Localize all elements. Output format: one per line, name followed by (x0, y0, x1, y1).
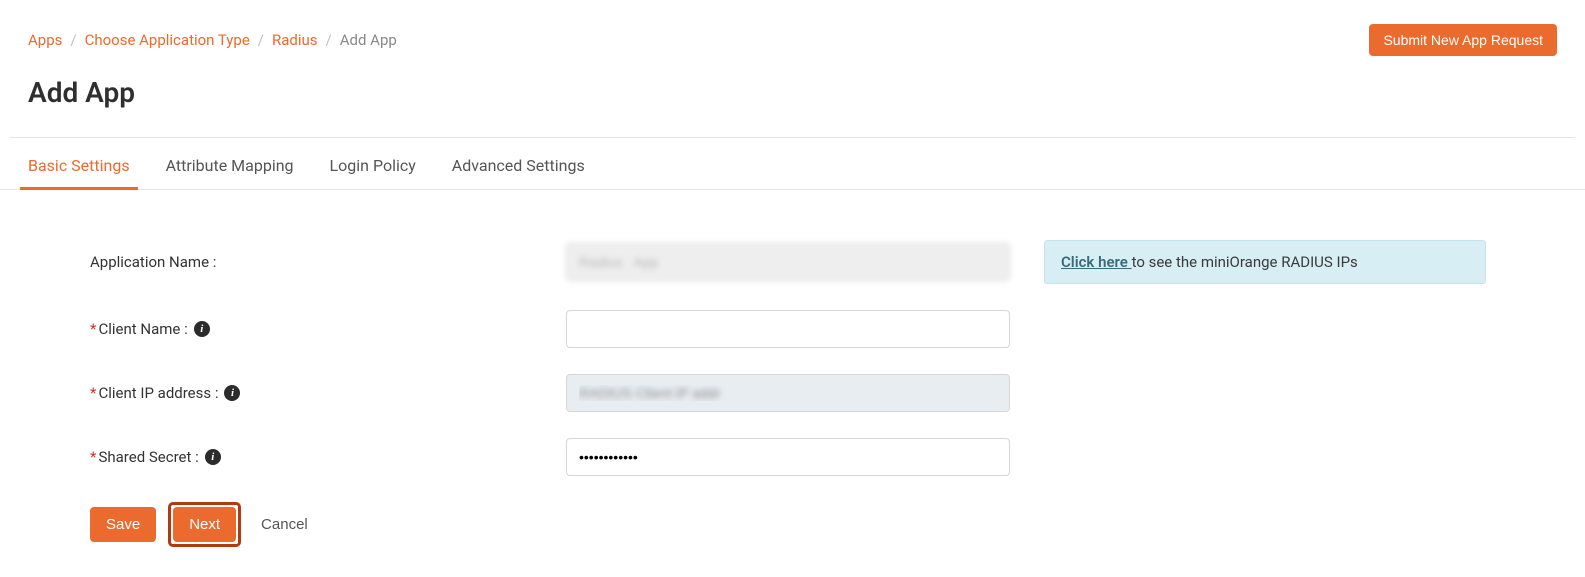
submit-new-app-request-button[interactable]: Submit New App Request (1369, 24, 1557, 56)
tab-advanced-settings[interactable]: Advanced Settings (452, 138, 585, 189)
page-title: Add App (0, 66, 1585, 137)
info-icon[interactable]: i (205, 449, 221, 465)
breadcrumb-apps[interactable]: Apps (28, 31, 62, 49)
breadcrumb-choose-type[interactable]: Choose Application Type (85, 31, 250, 49)
tab-basic-settings[interactable]: Basic Settings (28, 138, 130, 189)
breadcrumb: Apps / Choose Application Type / Radius … (28, 31, 397, 49)
breadcrumb-sep: / (70, 31, 76, 49)
breadcrumb-sep: / (258, 31, 264, 49)
cancel-button[interactable]: Cancel (253, 507, 324, 542)
click-here-link[interactable]: Click here (1061, 253, 1132, 271)
shared-secret-input[interactable] (566, 438, 1010, 476)
tabs: Basic Settings Attribute Mapping Login P… (0, 138, 1585, 190)
client-name-label: *Client Name : i (90, 320, 566, 338)
info-box-text: to see the miniOrange RADIUS IPs (1132, 253, 1358, 271)
client-ip-label: *Client IP address : i (90, 384, 566, 402)
tab-attribute-mapping[interactable]: Attribute Mapping (166, 138, 294, 189)
client-ip-input[interactable] (566, 374, 1010, 412)
info-icon[interactable]: i (194, 321, 210, 337)
breadcrumb-sep: / (326, 31, 332, 49)
form-actions: Save Next Cancel (90, 502, 1495, 547)
save-button[interactable]: Save (90, 507, 156, 542)
shared-secret-label: *Shared Secret : i (90, 448, 566, 466)
tab-login-policy[interactable]: Login Policy (330, 138, 416, 189)
client-name-input[interactable] (566, 310, 1010, 348)
breadcrumb-radius[interactable]: Radius (272, 31, 318, 49)
next-highlight: Next (168, 502, 241, 547)
application-name-label: Application Name : (90, 253, 566, 271)
breadcrumb-current: Add App (340, 31, 397, 49)
radius-ips-info-box: Click here to see the miniOrange RADIUS … (1044, 240, 1486, 284)
application-name-input[interactable] (566, 243, 1010, 281)
info-icon[interactable]: i (224, 385, 240, 401)
form-area: Application Name : Click here to see the… (0, 190, 1585, 577)
next-button[interactable]: Next (173, 507, 236, 542)
